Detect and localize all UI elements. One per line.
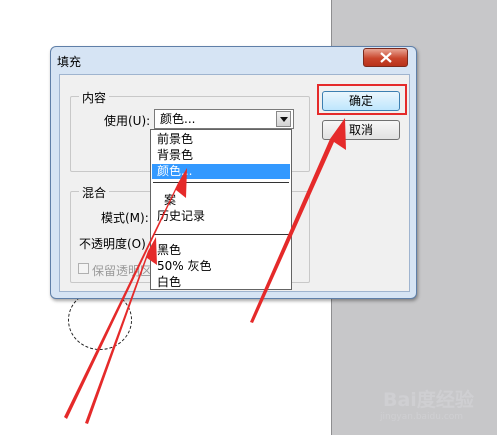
annotation-arrows [64, 118, 346, 424]
watermark-url: jingyan.baidu.com [380, 412, 464, 422]
watermark-logo: Bai度经验 [383, 389, 474, 411]
arrow-to-color-option [64, 168, 187, 419]
arrow-to-ok [250, 118, 346, 323]
arrow-to-list [85, 237, 157, 424]
